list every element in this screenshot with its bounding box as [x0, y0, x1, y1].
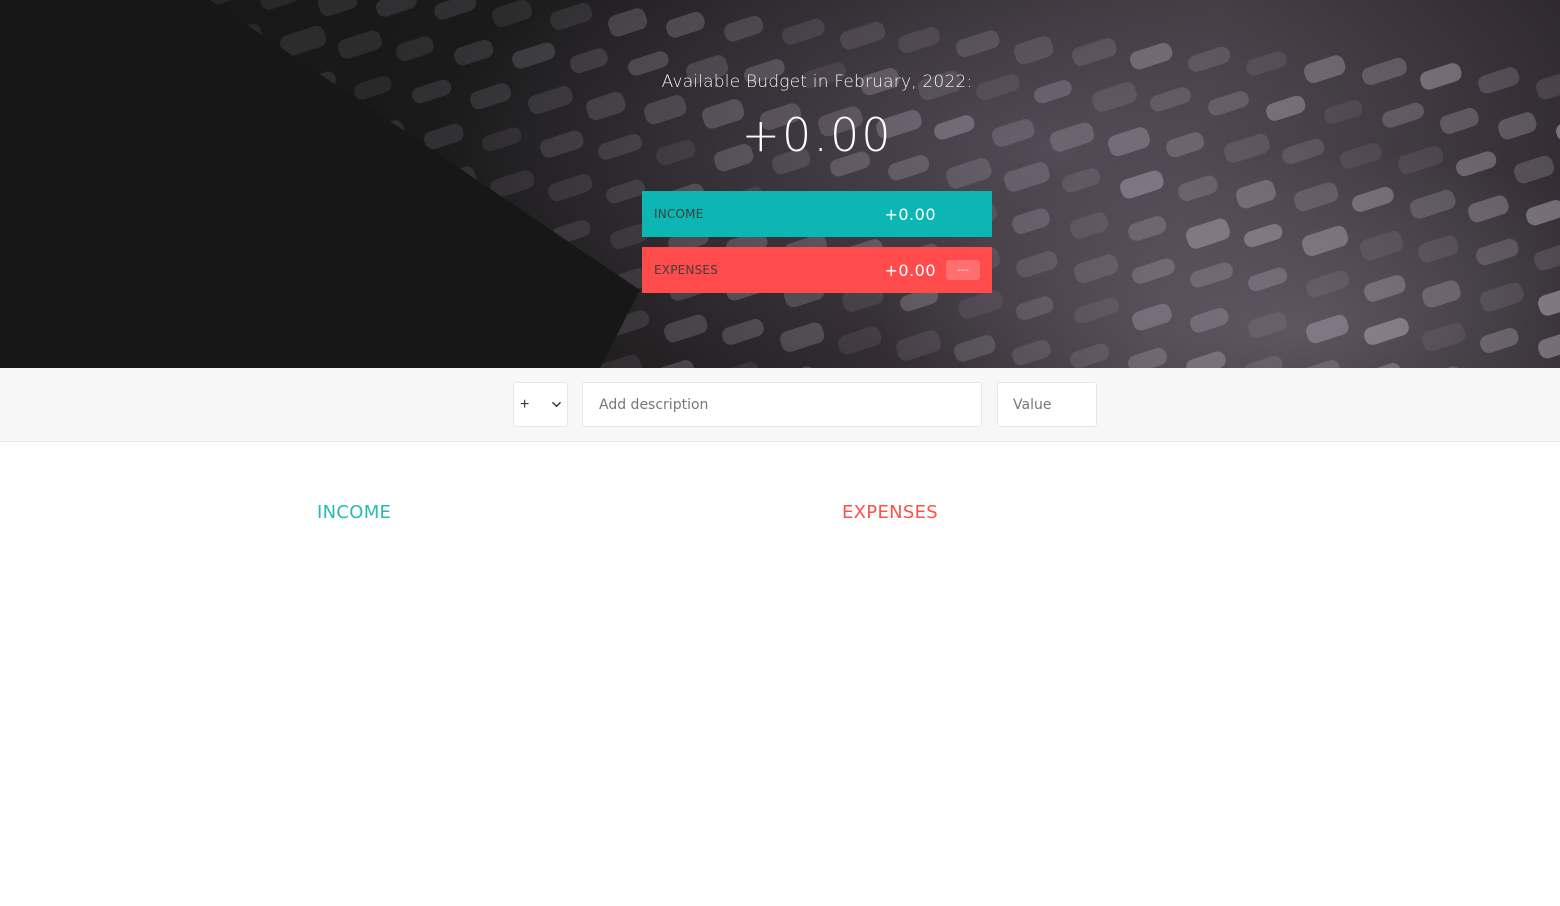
budget-summary: Available Budget in February, 2022: +0.0…	[0, 0, 1560, 368]
add-type-selected-value: +	[520, 395, 530, 413]
budget-title: Available Budget in February, 2022:	[661, 72, 973, 92]
budget-value: +0.00	[741, 108, 893, 162]
add-item-bar: +	[0, 368, 1560, 442]
budget-expenses-label: Expenses	[654, 263, 719, 277]
budget-expenses-percentage: ---	[946, 260, 980, 280]
add-description-input[interactable]	[582, 382, 982, 427]
expenses-list	[842, 535, 1242, 545]
add-type-select[interactable]: +	[513, 382, 568, 427]
top-section: Available Budget in February, 2022: +0.0…	[0, 0, 1560, 368]
budget-expenses-bar: Expenses +0.00 ---	[642, 247, 992, 293]
budget-income-label: Income	[654, 207, 704, 221]
income-list	[317, 535, 717, 545]
budget-expenses-value: +0.00	[884, 260, 936, 280]
chevron-down-icon	[552, 401, 561, 408]
budget-income-bar: Income +0.00	[642, 191, 992, 237]
income-list-title: Income	[317, 502, 392, 523]
expenses-list-title: Expenses	[842, 502, 939, 523]
add-value-input[interactable]	[997, 382, 1097, 427]
budget-income-value: +0.00	[884, 204, 936, 224]
